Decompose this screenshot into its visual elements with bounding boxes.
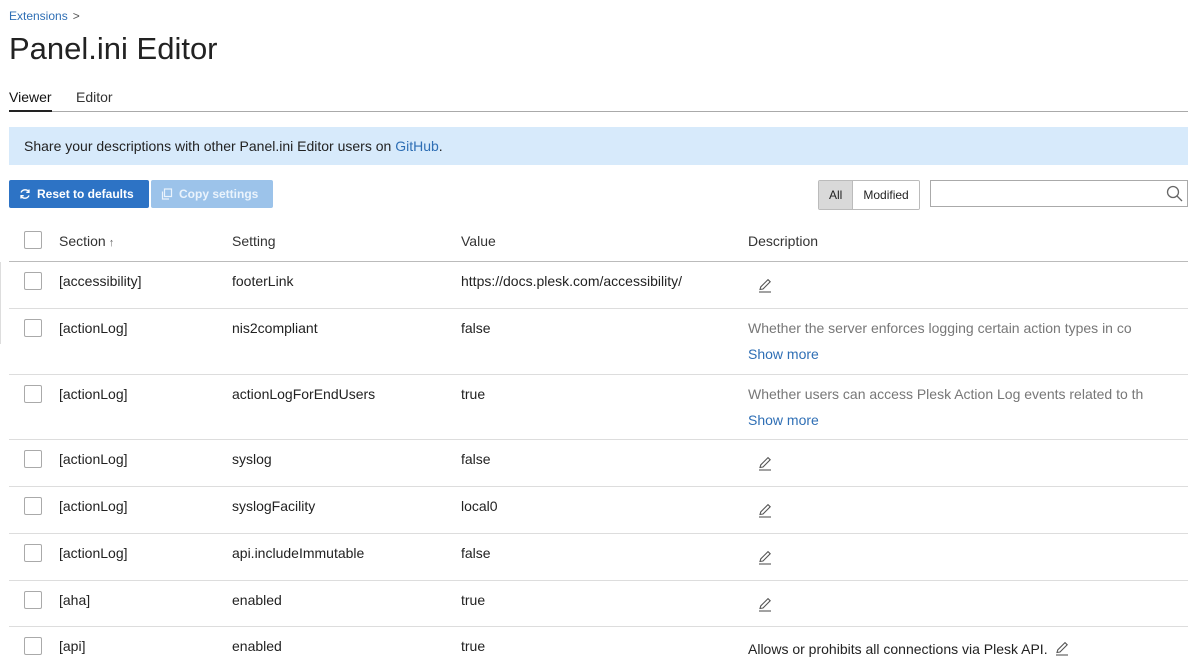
row-checkbox[interactable] xyxy=(24,272,42,290)
cell-setting: nis2compliant xyxy=(232,320,318,336)
tab-bar: Viewer Editor xyxy=(9,89,1188,112)
cell-setting: syslog xyxy=(232,451,272,467)
cell-section: [aha] xyxy=(59,592,91,608)
cell-value: true xyxy=(461,592,486,608)
cell-value: true xyxy=(461,638,486,654)
table-row: [actionLog] syslog false xyxy=(9,440,1188,487)
cell-setting: enabled xyxy=(232,592,282,608)
cell-section: [accessibility] xyxy=(59,273,142,289)
edit-description-pencil-icon[interactable] xyxy=(757,277,773,293)
row-divider xyxy=(0,262,1,344)
cell-section: [api] xyxy=(59,638,86,654)
row-checkbox[interactable] xyxy=(24,450,42,468)
table-row: [api] enabled true Allows or prohibits all … xyxy=(9,627,1188,668)
table-header: Section ↑ Setting Value Description xyxy=(9,221,1188,262)
cell-value: false xyxy=(461,545,491,561)
table-row: [actionLog] nis2compliant false Whether the… xyxy=(9,309,1188,375)
cell-section: [actionLog] xyxy=(59,320,128,336)
show-more-link[interactable]: Show more xyxy=(748,346,819,362)
search-icon[interactable] xyxy=(1166,185,1183,202)
refresh-icon xyxy=(20,189,30,199)
row-checkbox[interactable] xyxy=(24,591,42,609)
table-row: [actionLog] syslogFacility local0 xyxy=(9,487,1188,534)
column-header-value: Value xyxy=(461,233,496,249)
filter-modified-button[interactable]: Modified xyxy=(852,181,919,209)
table-row: [actionLog] actionLogForEndUsers true Wheth… xyxy=(9,375,1188,440)
github-link[interactable]: GitHub xyxy=(395,138,439,154)
column-header-section[interactable]: Section ↑ xyxy=(59,233,114,249)
cell-value: https://docs.plesk.com/accessibility/ xyxy=(461,273,682,289)
show-more-link[interactable]: Show more xyxy=(748,412,819,428)
row-checkbox[interactable] xyxy=(24,497,42,515)
select-all-checkbox[interactable] xyxy=(24,231,42,249)
cell-setting: actionLogForEndUsers xyxy=(232,386,376,402)
column-header-setting: Setting xyxy=(232,233,276,249)
cell-section: [actionLog] xyxy=(59,498,128,514)
search-box xyxy=(930,180,1188,207)
banner-text-end: . xyxy=(438,138,443,154)
info-banner: Share your descriptions with other Panel… xyxy=(9,127,1188,165)
table-row: [accessibility] footerLink https://docs.pl… xyxy=(9,262,1188,309)
row-checkbox[interactable] xyxy=(24,385,42,403)
search-input[interactable] xyxy=(937,181,1161,207)
row-checkbox[interactable] xyxy=(24,544,42,562)
breadcrumb-extensions-link[interactable]: Extensions xyxy=(9,9,68,23)
edit-description-pencil-icon[interactable] xyxy=(757,596,773,612)
cell-setting: api.includeImmutable xyxy=(232,545,365,561)
edit-description-pencil-icon[interactable] xyxy=(757,549,773,565)
page-title: Panel.ini Editor xyxy=(9,31,218,66)
cell-value: false xyxy=(461,320,491,336)
copy-icon xyxy=(161,188,173,200)
tab-editor[interactable]: Editor xyxy=(76,89,113,110)
cell-description: Allows or prohibits all connections via … xyxy=(748,641,1048,657)
cell-value: false xyxy=(461,451,491,467)
banner-text: Share your descriptions with other Panel… xyxy=(24,138,396,154)
row-checkbox[interactable] xyxy=(24,637,42,655)
edit-description-pencil-icon[interactable] xyxy=(757,455,773,471)
edit-description-pencil-icon[interactable] xyxy=(757,502,773,518)
cell-section: [actionLog] xyxy=(59,545,128,561)
column-header-description: Description xyxy=(748,233,819,249)
edit-description-pencil-icon[interactable] xyxy=(1054,640,1070,656)
table-row: [actionLog] api.includeImmutable false xyxy=(9,534,1188,581)
table-row: [aha] enabled true xyxy=(9,581,1188,627)
tab-viewer[interactable]: Viewer xyxy=(9,89,52,112)
row-checkbox[interactable] xyxy=(24,319,42,337)
cell-setting: enabled xyxy=(232,638,282,654)
filter-all-button[interactable]: All xyxy=(819,181,853,209)
copy-settings-button[interactable]: Copy settings xyxy=(151,180,273,208)
sort-ascending-icon: ↑ xyxy=(108,237,115,249)
cell-description: Whether users can access Plesk Action Lo… xyxy=(748,386,1144,402)
reset-to-defaults-button[interactable]: Reset to defaults xyxy=(9,180,149,208)
filter-toggle: All Modified xyxy=(818,180,920,210)
cell-section: [actionLog] xyxy=(59,451,128,467)
cell-section: [actionLog] xyxy=(59,386,128,402)
reset-label: Reset to defaults xyxy=(37,187,134,201)
cell-value: local0 xyxy=(461,498,498,514)
section-header-label: Section xyxy=(59,233,106,249)
cell-setting: syslogFacility xyxy=(232,498,316,514)
breadcrumb: Extensions > xyxy=(9,9,80,23)
chevron-right-icon: > xyxy=(72,9,80,23)
cell-value: true xyxy=(461,386,486,402)
cell-description: Whether the server enforces logging cert… xyxy=(748,320,1132,336)
cell-setting: footerLink xyxy=(232,273,294,289)
copy-label: Copy settings xyxy=(179,187,259,201)
